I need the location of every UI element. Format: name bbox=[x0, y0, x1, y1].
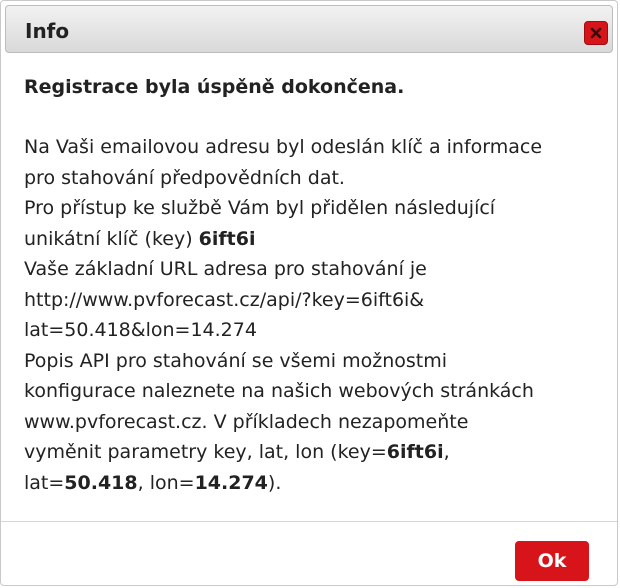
message-line: pro stahování předpovědních dat. bbox=[24, 166, 345, 189]
message-line: Pro přístup ke službě Vám byl přidělen n… bbox=[24, 197, 496, 219]
close-button[interactable] bbox=[584, 21, 608, 45]
dialog-titlebar[interactable]: Info bbox=[5, 5, 613, 53]
param-lon-value: 14.274 bbox=[194, 471, 268, 494]
close-icon bbox=[590, 27, 602, 39]
params-text: ). bbox=[267, 471, 282, 494]
message-line: Popis API pro stahování se všemi možnost… bbox=[24, 349, 448, 372]
message-line: unikátní klíč (key) 6ift6i bbox=[24, 224, 604, 255]
param-lat-value: 50.418 bbox=[64, 471, 138, 494]
api-url-line: lat=50.418&lon=14.274 bbox=[24, 319, 257, 341]
param-key-value: 6ift6i bbox=[386, 441, 444, 463]
message-line: www.pvforecast.cz. V příkladech nezapome… bbox=[24, 410, 469, 433]
ok-button[interactable]: Ok bbox=[515, 541, 589, 581]
key-label-text: unikátní klíč (key) bbox=[24, 227, 199, 250]
params-text: vyměnit parametry key, lat, lon (key= bbox=[24, 441, 387, 463]
params-text: lat= bbox=[24, 471, 65, 494]
message-line: Na Vaši emailovou adresu byl odeslán klí… bbox=[24, 136, 543, 158]
message-line: konfigurace naleznete na našich webových… bbox=[24, 380, 534, 402]
message-line: lat=50.418, lon=14.274). bbox=[24, 468, 604, 499]
params-text: , bbox=[443, 441, 450, 463]
dialog-content: Registrace byla úspěně dokončena. Na Vaš… bbox=[24, 72, 604, 498]
params-text: , lon= bbox=[137, 471, 195, 494]
footer-divider bbox=[1, 521, 617, 522]
api-key-value: 6ift6i bbox=[198, 227, 256, 250]
success-heading: Registrace byla úspěně dokončena. bbox=[24, 76, 405, 98]
api-url-line: http://www.pvforecast.cz/api/?key=6ift6i… bbox=[24, 288, 425, 311]
message-body: Na Vaši emailovou adresu byl odeslán klí… bbox=[24, 132, 604, 498]
dialog-title: Info bbox=[25, 19, 70, 43]
info-dialog: Info Registrace byla úspěně dokončena. N… bbox=[0, 0, 618, 586]
message-line: Vaše základní URL adresa pro stahování j… bbox=[24, 258, 427, 280]
message-line: vyměnit parametry key, lat, lon (key=6if… bbox=[24, 437, 604, 468]
